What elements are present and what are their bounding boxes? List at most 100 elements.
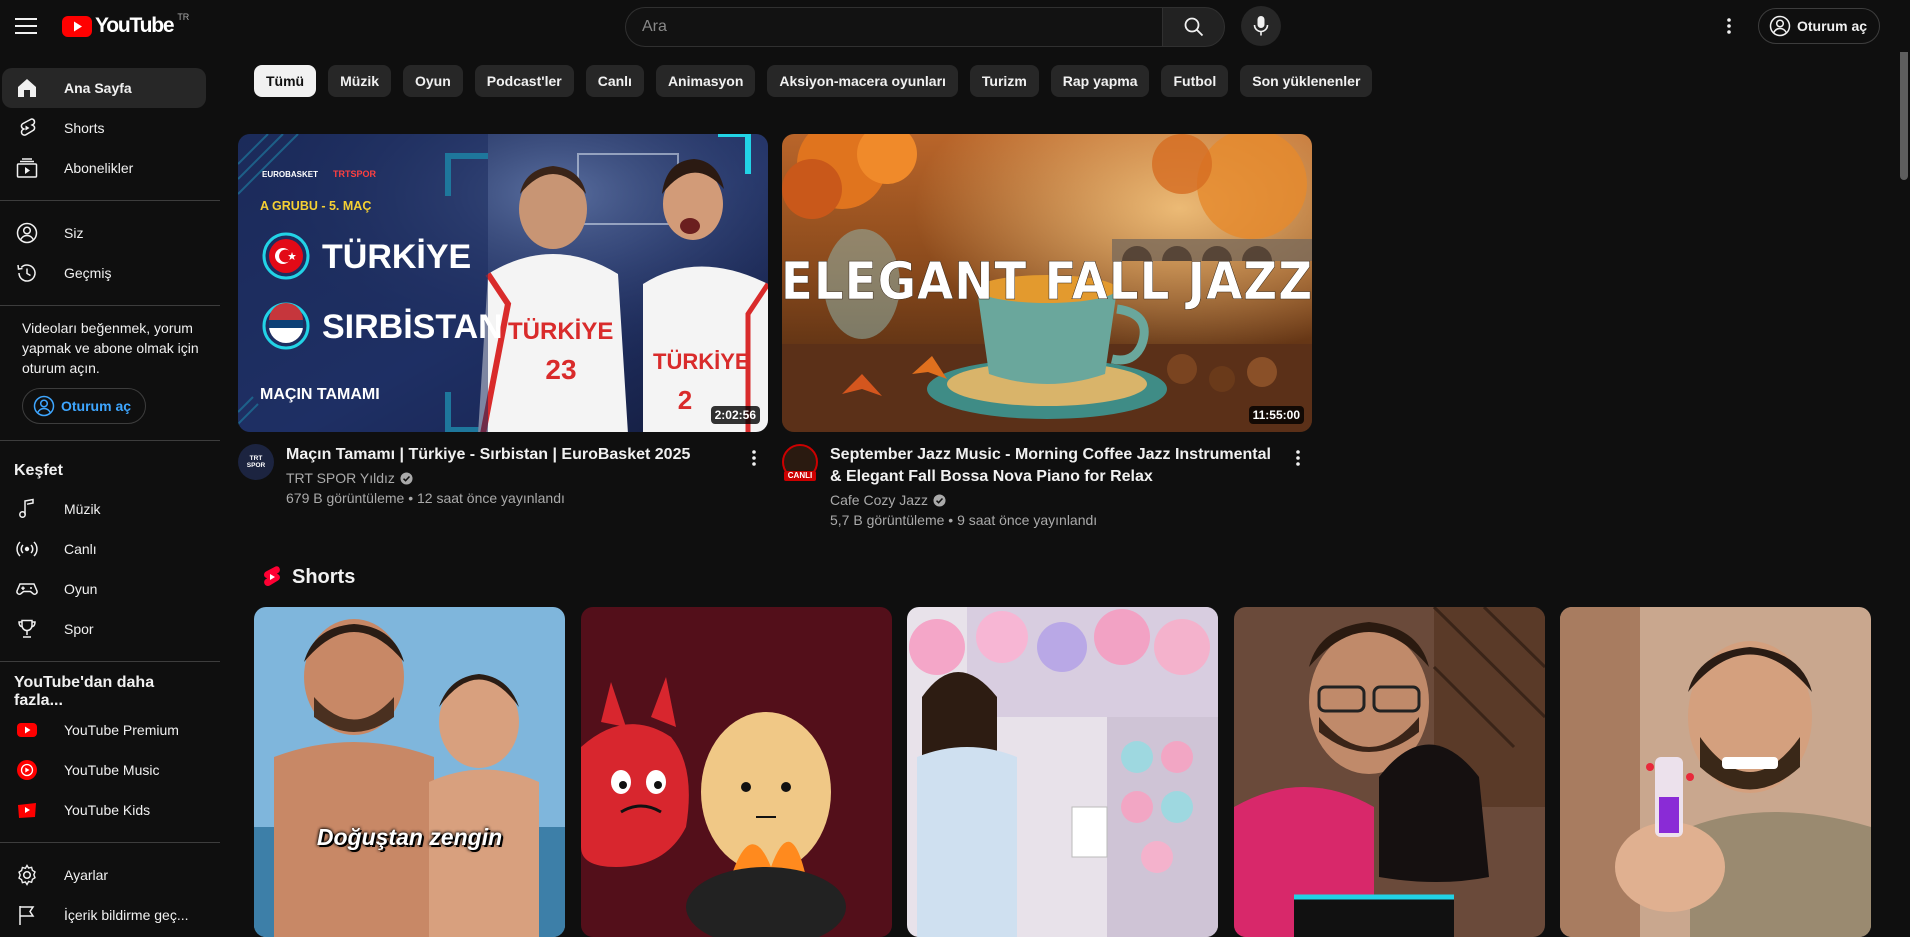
chip-action-adventure-games[interactable]: Aksiyon-macera oyunları bbox=[767, 65, 958, 97]
more-from-youtube-heading: YouTube'dan daha fazla... bbox=[14, 674, 155, 709]
chip-recently-uploaded[interactable]: Son yüklenenler bbox=[1240, 65, 1373, 97]
youtube-kids-icon bbox=[14, 797, 40, 823]
trtspor-logo-text: TRTSPOR bbox=[333, 169, 377, 179]
sidebar-item-youtube-kids[interactable]: YouTube Kids bbox=[2, 790, 206, 830]
sidebar-item-label: Spor bbox=[64, 621, 94, 637]
hamburger-menu-icon[interactable] bbox=[13, 13, 39, 39]
explore-heading: Keşfet bbox=[14, 462, 63, 479]
voice-search-button[interactable] bbox=[1241, 6, 1281, 46]
short-thumbnail-image bbox=[907, 607, 1218, 937]
microphone-icon bbox=[1253, 16, 1269, 36]
channel-avatar[interactable]: CANLI bbox=[782, 444, 818, 481]
sidebar: Ana Sayfa Shorts Abonelikler Siz Geçmiş … bbox=[0, 56, 220, 927]
page-scrollbar[interactable] bbox=[1898, 0, 1910, 927]
chip-podcasts[interactable]: Podcast'ler bbox=[474, 65, 574, 97]
settings-more-button[interactable] bbox=[1718, 12, 1740, 40]
thumbnail-headline: ELEGANT FALL JAZZ bbox=[782, 252, 1312, 312]
youtube-logo[interactable]: YouTube TR bbox=[62, 12, 190, 37]
short-thumbnail-image bbox=[1560, 607, 1871, 937]
sidebar-item-live[interactable]: Canlı bbox=[2, 529, 206, 569]
basketball-thumbnail-image: TÜRKİYE 23 TÜRKİYE 2 EUROBASKET TRTSPOR … bbox=[238, 134, 768, 432]
sidebar-item-sports[interactable]: Spor bbox=[2, 609, 206, 649]
sidebar-item-youtube-premium[interactable]: YouTube Premium bbox=[2, 710, 206, 750]
video-title[interactable]: Maçın Tamamı | Türkiye - Sırbistan | Eur… bbox=[286, 444, 732, 466]
channel-name-text: Cafe Cozy Jazz bbox=[830, 492, 929, 508]
sidebar-item-youtube-music[interactable]: YouTube Music bbox=[2, 750, 206, 790]
user-circle-icon bbox=[33, 395, 55, 417]
short-card[interactable]: Doğuştan zengin bbox=[254, 607, 565, 937]
short-caption: Doğuştan zengin bbox=[316, 824, 503, 850]
channel-name[interactable]: TRT SPOR Yıldız bbox=[286, 470, 732, 486]
subscriptions-icon bbox=[14, 155, 40, 181]
sidebar-divider bbox=[0, 440, 220, 441]
chip-all[interactable]: Tümü bbox=[254, 65, 317, 97]
signin-label: Oturum aç bbox=[1797, 18, 1868, 34]
video-menu-button[interactable] bbox=[742, 444, 766, 472]
short-card[interactable] bbox=[1560, 607, 1871, 937]
video-thumbnail[interactable]: ELEGANT FALL JAZZ 11:55:00 bbox=[782, 134, 1312, 432]
shorts-logo-icon bbox=[264, 566, 280, 587]
chip-gaming[interactable]: Oyun bbox=[403, 65, 463, 97]
gear-icon bbox=[14, 862, 40, 888]
sidebar-item-label: İçerik bildirme geç... bbox=[64, 907, 189, 923]
video-text: Maçın Tamamı | Türkiye - Sırbistan | Eur… bbox=[286, 444, 768, 506]
sidebar-item-gaming[interactable]: Oyun bbox=[2, 569, 206, 609]
youtube-premium-icon bbox=[14, 717, 40, 743]
sidebar-item-report-history[interactable]: İçerik bildirme geç... bbox=[2, 895, 206, 935]
video-menu-button[interactable] bbox=[1286, 444, 1310, 472]
category-chips-bar: Tümü Müzik Oyun Podcast'ler Canlı Animas… bbox=[254, 65, 1373, 97]
live-icon bbox=[14, 536, 40, 562]
channel-avatar[interactable]: TRT SPOR bbox=[238, 444, 274, 480]
short-card[interactable] bbox=[581, 607, 892, 937]
video-title[interactable]: September Jazz Music - Morning Coffee Ja… bbox=[830, 444, 1276, 488]
header-signin-button[interactable]: Oturum aç bbox=[1758, 8, 1881, 44]
team-two-name: SIRBİSTAN bbox=[322, 308, 503, 346]
chip-rap[interactable]: Rap yapma bbox=[1050, 65, 1150, 97]
sidebar-item-label: Abonelikler bbox=[64, 160, 134, 176]
video-meta: TRT SPOR Maçın Tamamı | Türkiye - Sırbis… bbox=[238, 444, 768, 506]
channel-avatar-text: TRT SPOR bbox=[246, 455, 266, 469]
short-card[interactable] bbox=[1234, 607, 1545, 937]
verified-icon bbox=[933, 493, 946, 507]
video-meta: CANLI September Jazz Music - Morning Cof… bbox=[782, 444, 1312, 528]
user-icon bbox=[14, 220, 40, 246]
sidebar-item-you[interactable]: Siz bbox=[2, 213, 206, 253]
sidebar-divider bbox=[0, 200, 220, 201]
sidebar-item-history[interactable]: Geçmiş bbox=[2, 253, 206, 293]
sidebar-item-shorts[interactable]: Shorts bbox=[2, 108, 206, 148]
sidebar-divider bbox=[0, 842, 220, 843]
country-code: TR bbox=[177, 12, 190, 22]
live-badge: CANLI bbox=[784, 471, 816, 481]
user-circle-icon bbox=[1769, 15, 1791, 37]
sidebar-item-home[interactable]: Ana Sayfa bbox=[2, 68, 206, 108]
sidebar-signin-button[interactable]: Oturum aç bbox=[22, 388, 147, 424]
jersey-name: TÜRKİYE bbox=[508, 318, 613, 345]
sidebar-item-label: Siz bbox=[64, 225, 84, 241]
signin-label: Oturum aç bbox=[61, 398, 132, 414]
video-card: ELEGANT FALL JAZZ 11:55:00 CANLI Septemb… bbox=[782, 134, 1312, 528]
search-icon bbox=[1184, 17, 1203, 37]
search-button[interactable] bbox=[1162, 7, 1225, 47]
sidebar-item-settings[interactable]: Ayarlar bbox=[2, 855, 206, 895]
full-match-label: MAÇIN TAMAMI bbox=[260, 386, 380, 403]
video-thumbnail[interactable]: TÜRKİYE 23 TÜRKİYE 2 EUROBASKET TRTSPOR … bbox=[238, 134, 768, 432]
sidebar-item-label: YouTube Music bbox=[64, 762, 160, 778]
sidebar-item-subscriptions[interactable]: Abonelikler bbox=[2, 148, 206, 188]
gaming-icon bbox=[14, 576, 40, 602]
short-card[interactable] bbox=[907, 607, 1218, 937]
search-input[interactable] bbox=[625, 7, 1162, 47]
chip-live[interactable]: Canlı bbox=[585, 65, 644, 97]
video-stats: 5,7 B görüntüleme • 9 saat önce yayınlan… bbox=[830, 512, 1098, 528]
chip-animation[interactable]: Animasyon bbox=[655, 65, 756, 97]
jersey-number: 23 bbox=[545, 354, 576, 385]
chip-tourism[interactable]: Turizm bbox=[969, 65, 1039, 97]
more-vert-icon bbox=[1727, 18, 1731, 34]
sidebar-item-music[interactable]: Müzik bbox=[2, 489, 206, 529]
sidebar-item-label: Ayarlar bbox=[64, 867, 109, 883]
chip-football[interactable]: Futbol bbox=[1161, 65, 1229, 97]
short-thumbnail-image bbox=[581, 607, 892, 937]
sidebar-item-label: Müzik bbox=[64, 501, 101, 517]
channel-name[interactable]: Cafe Cozy Jazz bbox=[830, 492, 1276, 508]
chip-music[interactable]: Müzik bbox=[328, 65, 391, 97]
youtube-play-icon bbox=[62, 15, 92, 37]
